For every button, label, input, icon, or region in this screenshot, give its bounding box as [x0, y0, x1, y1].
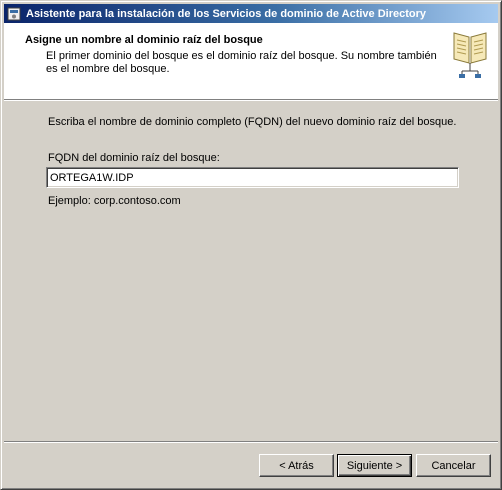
wizard-header: Asigne un nombre al dominio raíz del bos… — [4, 23, 498, 101]
fqdn-input[interactable] — [46, 167, 459, 188]
window-title: Asistente para la instalación de los Ser… — [26, 7, 427, 20]
page-title: Asigne un nombre al dominio raíz del bos… — [25, 34, 263, 46]
footer-separator — [4, 441, 498, 443]
cancel-button[interactable]: Cancelar — [416, 454, 491, 477]
instruction-text: Escriba el nombre de dominio completo (F… — [48, 116, 457, 128]
example-text: Ejemplo: corp.contoso.com — [48, 195, 181, 207]
title-bar[interactable]: Asistente para la instalación de los Ser… — [4, 4, 498, 23]
book-tree-icon — [452, 29, 488, 79]
back-button[interactable]: < Atrás — [259, 454, 334, 477]
page-description: El primer dominio del bosque es el domin… — [46, 50, 437, 75]
fqdn-label: FQDN del dominio raíz del bosque: — [48, 152, 220, 164]
wizard-window: Asistente para la instalación de los Ser… — [0, 0, 502, 490]
ad-wizard-icon — [6, 6, 22, 22]
next-button[interactable]: Siguiente > — [337, 454, 412, 477]
